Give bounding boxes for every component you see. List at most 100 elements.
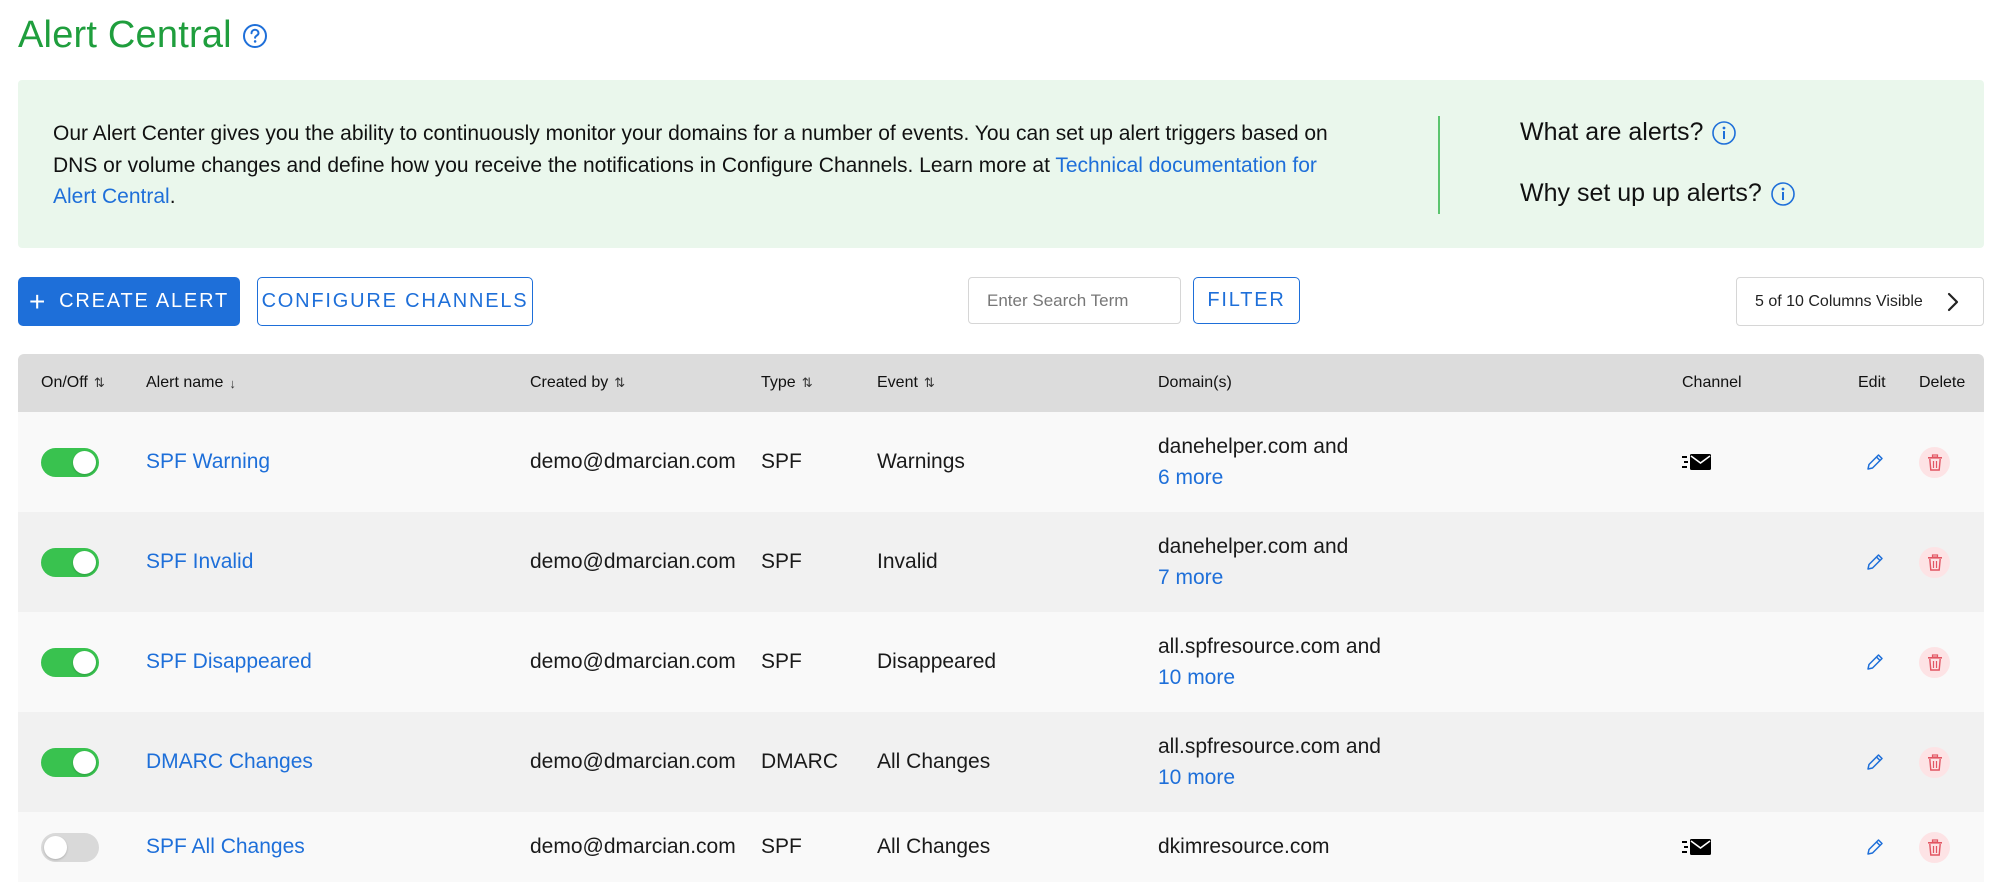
alert-name-link[interactable]: SPF Warning: [146, 412, 270, 512]
table-row: SPF Warning demo@dmarcian.com SPF Warnin…: [18, 412, 1984, 512]
alert-type: SPF: [761, 450, 802, 473]
email-icon: [1682, 837, 1712, 857]
header-label: Edit: [1858, 374, 1886, 391]
columns-visible-label: 5 of 10 Columns Visible: [1755, 292, 1923, 310]
alert-event: Warnings: [877, 450, 965, 473]
header-domains: Domain(s): [1158, 354, 1232, 412]
toggle-knob: [73, 750, 96, 774]
sort-icon: ⇅: [801, 375, 813, 390]
header-label: Type: [761, 374, 796, 391]
more-domains-link[interactable]: 10 more: [1158, 762, 1235, 793]
edit-pencil-icon[interactable]: [1860, 547, 1890, 577]
more-domains-link[interactable]: 10 more: [1158, 662, 1235, 693]
table-row: SPF Disappeared demo@dmarcian.com SPF Di…: [18, 612, 1984, 712]
table-row: SPF All Changes demo@dmarcian.com SPF Al…: [18, 812, 1984, 882]
page-header: Alert Central: [18, 14, 268, 57]
header-channel: Channel: [1682, 354, 1742, 412]
enable-toggle[interactable]: [41, 832, 99, 862]
header-label: Created by: [530, 374, 609, 391]
edit-pencil-icon[interactable]: [1860, 747, 1890, 777]
domains-cell: danehelper.com and 7 more: [1158, 512, 1348, 612]
alert-event: Invalid: [877, 550, 938, 573]
info-description: Our Alert Center gives you the ability t…: [53, 118, 1363, 213]
created-by: demo@dmarcian.com: [530, 450, 736, 473]
help-icon[interactable]: [242, 23, 268, 49]
edit-pencil-icon[interactable]: [1860, 647, 1890, 677]
delete-trash-icon[interactable]: [1919, 746, 1950, 778]
alert-name-link[interactable]: SPF All Changes: [146, 812, 305, 882]
divider: [1438, 116, 1440, 214]
header-edit: Edit: [1858, 354, 1886, 412]
domain-text: all.spfresource.com and: [1158, 635, 1381, 658]
header-label: Domain(s): [1158, 374, 1232, 391]
info-text-end: .: [169, 185, 176, 208]
sort-icon: ⇅: [614, 375, 626, 390]
alert-event: All Changes: [877, 835, 991, 858]
more-domains-link[interactable]: 7 more: [1158, 562, 1223, 593]
alert-type: DMARC: [761, 750, 838, 773]
header-created-by[interactable]: Created by ⇅: [530, 354, 625, 412]
header-label: Event: [877, 374, 918, 391]
filter-button[interactable]: FILTER: [1193, 277, 1300, 324]
delete-trash-icon[interactable]: [1919, 546, 1950, 578]
delete-trash-icon[interactable]: [1919, 446, 1950, 478]
alert-name-link[interactable]: DMARC Changes: [146, 712, 313, 812]
header-event[interactable]: Event ⇅: [877, 354, 935, 412]
enable-toggle[interactable]: [41, 747, 99, 777]
header-label: Channel: [1682, 374, 1742, 391]
alert-event: All Changes: [877, 750, 991, 773]
configure-channels-button[interactable]: CONFIGURE CHANNELS: [257, 277, 533, 326]
edit-pencil-icon[interactable]: [1860, 832, 1890, 862]
table-row: SPF Invalid demo@dmarcian.com SPF Invali…: [18, 512, 1984, 612]
table-header: On/Off ⇅ Alert name ↓ Created by ⇅ Type ⇅ Ev…: [18, 354, 1984, 412]
header-label: On/Off: [41, 374, 88, 391]
page-title: Alert Central: [18, 14, 232, 56]
faq-what-are-alerts[interactable]: What are alerts?: [1520, 118, 1737, 147]
toggle-knob: [73, 650, 96, 674]
plus-icon: +: [29, 285, 48, 317]
domain-text: danehelper.com and: [1158, 535, 1349, 558]
delete-trash-icon[interactable]: [1919, 646, 1950, 678]
created-by: demo@dmarcian.com: [530, 550, 736, 573]
columns-visible-button[interactable]: 5 of 10 Columns Visible: [1736, 277, 1984, 326]
sort-icon: ⇅: [93, 375, 105, 390]
alert-type: SPF: [761, 550, 802, 573]
sort-icon: ⇅: [923, 375, 935, 390]
toggle-knob: [73, 550, 96, 574]
domains-cell: dkimresource.com: [1158, 835, 1330, 858]
toggle-knob: [44, 835, 67, 859]
created-by: demo@dmarcian.com: [530, 650, 736, 673]
create-alert-button[interactable]: + CREATE ALERT: [18, 277, 240, 326]
header-delete: Delete: [1919, 354, 1965, 412]
sort-down-icon: ↓: [229, 375, 236, 391]
enable-toggle[interactable]: [41, 547, 99, 577]
create-alert-label: CREATE ALERT: [59, 290, 229, 312]
info-panel: Our Alert Center gives you the ability t…: [18, 80, 1984, 248]
alert-event: Disappeared: [877, 650, 997, 673]
alert-type: SPF: [761, 650, 802, 673]
enable-toggle[interactable]: [41, 647, 99, 677]
alert-type: SPF: [761, 835, 802, 858]
header-onoff[interactable]: On/Off ⇅: [41, 354, 105, 412]
delete-trash-icon[interactable]: [1919, 831, 1950, 863]
edit-pencil-icon[interactable]: [1860, 447, 1890, 477]
faq-why-set-up-alerts[interactable]: Why set up up alerts?: [1520, 179, 1796, 208]
created-by: demo@dmarcian.com: [530, 750, 736, 773]
header-type[interactable]: Type ⇅: [761, 354, 813, 412]
enable-toggle[interactable]: [41, 447, 99, 477]
alert-name-link[interactable]: SPF Disappeared: [146, 612, 312, 712]
alerts-table: On/Off ⇅ Alert name ↓ Created by ⇅ Type ⇅ Ev…: [18, 354, 1984, 882]
info-icon[interactable]: [1711, 120, 1737, 146]
more-domains-link[interactable]: 6 more: [1158, 462, 1223, 493]
search-input[interactable]: [968, 277, 1181, 324]
chevron-right-icon: [1943, 292, 1963, 312]
created-by: demo@dmarcian.com: [530, 835, 736, 858]
domains-cell: all.spfresource.com and 10 more: [1158, 612, 1381, 712]
table-row: DMARC Changes demo@dmarcian.com DMARC Al…: [18, 712, 1984, 812]
header-alert-name[interactable]: Alert name ↓: [146, 354, 236, 412]
domains-cell: all.spfresource.com and 10 more: [1158, 712, 1381, 812]
info-icon[interactable]: [1770, 181, 1796, 207]
domain-text: all.spfresource.com and: [1158, 735, 1381, 758]
faq-label: Why set up up alerts?: [1520, 179, 1762, 207]
alert-name-link[interactable]: SPF Invalid: [146, 512, 253, 612]
